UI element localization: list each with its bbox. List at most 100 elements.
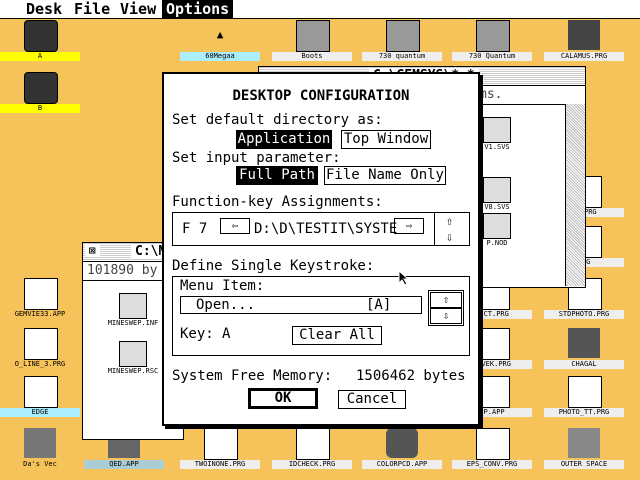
fkey-number: F 7 [182,221,208,237]
icon-label: B [0,104,80,113]
drive-b-icon[interactable]: B [0,72,80,113]
program-icon [296,428,330,460]
program-icon [24,278,58,310]
file-icon [483,213,511,239]
file-icon [119,341,147,367]
icon-label: GEMVIE33.APP [14,310,66,318]
mouse-pointer-icon [398,270,410,286]
desktop-configuration-dialog: DESKTOP CONFIGURATION Set default direct… [162,72,480,426]
calamus-glyph [568,20,600,50]
gemview-icon[interactable]: GEMVIE33.APP [0,278,80,318]
drive-d-glyph [386,20,420,52]
camera-icon [386,428,418,458]
memory-label: System Free Memory: [172,368,333,384]
fkey-left-arrow-icon[interactable]: ⇦ [220,218,250,234]
edge-icon[interactable]: EDGE [0,376,80,417]
icon-label: O_LINE_3.PRG [14,360,66,368]
calamus-icon[interactable]: CALAMUS.PRG [544,20,624,61]
icon-label: IDCHECK.PRG [272,460,352,469]
drive-e-glyph [476,20,510,52]
program-icon [476,376,510,408]
drive-e-icon[interactable]: 730 Quantum [452,20,532,61]
atari-drive-icon[interactable]: ▲ 60Megaa [180,20,260,61]
chagal-icon[interactable]: CHAGAL [544,328,624,369]
menu-view[interactable]: View [116,0,160,18]
eps-conv-icon[interactable]: EPS_CONV.PRG [452,428,532,469]
space-shuttle-icon [568,428,600,458]
menu-options[interactable]: Options [162,0,234,18]
file-icon [483,117,511,143]
floppy-icon [24,20,58,52]
full-path-option[interactable]: Full Path [236,166,318,185]
icon-label: QED.APP [84,460,164,469]
define-keystroke-label: Define Single Keystroke: [172,258,375,274]
fkey-down-arrow-icon[interactable]: ⇩ [446,229,453,245]
top-window-option[interactable]: Top Window [341,130,431,149]
menu-bar: Desk File View Options [0,0,640,19]
file-name-only-option[interactable]: File Name Only [324,166,446,185]
icon-label: TWOINONE.PRG [180,460,260,469]
bird-icon [568,328,600,358]
drive-c-glyph [296,20,330,52]
default-dir-label: Set default directory as: [172,112,383,128]
icon-label: CALAMUS.PRG [544,52,624,61]
file-icon [119,293,147,319]
icon-label: Boots [272,52,352,61]
menu-item-label: Menu Item: [180,278,265,294]
menu-item-up-arrow-icon[interactable]: ⇧ [430,292,462,308]
outer-space-icon[interactable]: OUTER SPACE [544,428,624,469]
icon-label: EPS_CONV.PRG [452,460,532,469]
program-icon [24,328,58,360]
magnifier-icon [24,376,58,408]
fkey-value[interactable]: D:\D\TESTIT\SYSTE [254,221,397,237]
icon-label: COLORPCD.APP [362,460,442,469]
menu-item-key: [A] [366,297,392,313]
program-icon [204,428,238,460]
icon-label: STDPHOTO.PRG [544,310,624,319]
icon-label: A [0,52,80,61]
clear-all-button[interactable]: Clear All [292,326,382,345]
menu-file[interactable]: File [70,0,114,18]
menu-item-down-arrow-icon[interactable]: ⇩ [430,308,462,324]
twoinone-icon[interactable]: TWOINONE.PRG [180,428,260,469]
icon-label: CHAGAL [544,360,624,369]
icon-label: PHOTO_TT.PRG [544,408,624,417]
icon-label: OUTER SPACE [544,460,624,469]
close-box-icon[interactable]: ⊠ [85,244,100,257]
vertical-scrollbar[interactable] [565,104,585,286]
das-vec-icon[interactable]: Da's Vec [0,428,80,468]
ok-button[interactable]: OK [248,388,318,409]
program-icon [476,428,510,460]
fkey-label: Function-key Assignments: [172,194,383,210]
file-item[interactable]: MINESWEP.RSC [103,341,163,375]
icon-label: Da's Vec [23,460,57,468]
idcheck-icon[interactable]: IDCHECK.PRG [272,428,352,469]
memory-value: 1506462 bytes [356,368,466,384]
drive-d-icon[interactable]: 730 quantum [362,20,442,61]
fkey-up-arrow-icon[interactable]: ⇧ [446,213,453,229]
file-icon [483,177,511,203]
character-icon [24,428,56,458]
icon-label: 730 quantum [362,52,442,61]
line3-icon[interactable]: O_LINE_3.PRG [0,328,80,368]
drive-c-icon[interactable]: Boots [272,20,352,61]
program-icon [568,376,602,408]
application-option[interactable]: Application [236,130,332,149]
photo-tt-icon[interactable]: PHOTO_TT.PRG [544,376,624,417]
floppy-icon [24,72,58,104]
icon-label: EDGE [0,408,80,417]
menu-item-value: Open... [196,297,256,313]
key-input[interactable]: A [222,326,230,342]
colorpcd-icon[interactable]: COLORPCD.APP [362,428,442,469]
atari-logo-icon: ▲ [216,28,224,41]
cancel-button[interactable]: Cancel [338,390,406,409]
fkey-right-arrow-icon[interactable]: ⇨ [394,218,424,234]
key-label: Key: [180,326,214,342]
icon-label: 60Megaa [180,52,260,61]
file-item[interactable]: MINESWEP.INF [103,293,163,327]
icon-label: 730 Quantum [452,52,532,61]
dialog-title: DESKTOP CONFIGURATION [232,88,410,104]
drive-a-icon[interactable]: A [0,20,80,61]
menu-desk[interactable]: Desk [22,0,66,18]
program-icon [476,328,510,360]
